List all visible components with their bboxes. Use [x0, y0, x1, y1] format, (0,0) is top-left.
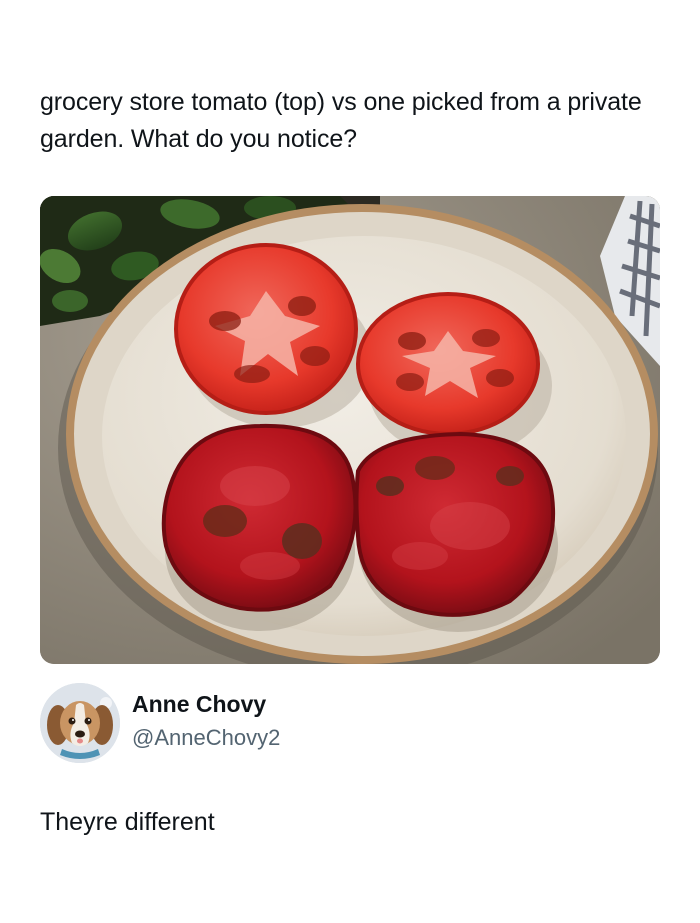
author-handle[interactable]: @AnneChovy2 [132, 725, 280, 751]
post-text: grocery store tomato (top) vs one picked… [40, 88, 642, 153]
garden-tomato-right [354, 431, 556, 617]
author-block: Anne Chovy @AnneChovy2 [40, 683, 660, 765]
garden-tomato-left [161, 423, 358, 612]
tomato-plate-image [40, 196, 660, 664]
avatar[interactable] [40, 683, 120, 763]
reply-text: Theyre different [40, 808, 215, 836]
store-tomato-left [174, 243, 358, 415]
tweet-card: grocery store tomato (top) vs one picked… [0, 0, 700, 923]
store-tomato-right [356, 292, 540, 436]
post-photo[interactable] [40, 196, 660, 664]
author-name[interactable]: Anne Chovy [132, 691, 266, 718]
beagle-puppy-icon [40, 683, 120, 763]
